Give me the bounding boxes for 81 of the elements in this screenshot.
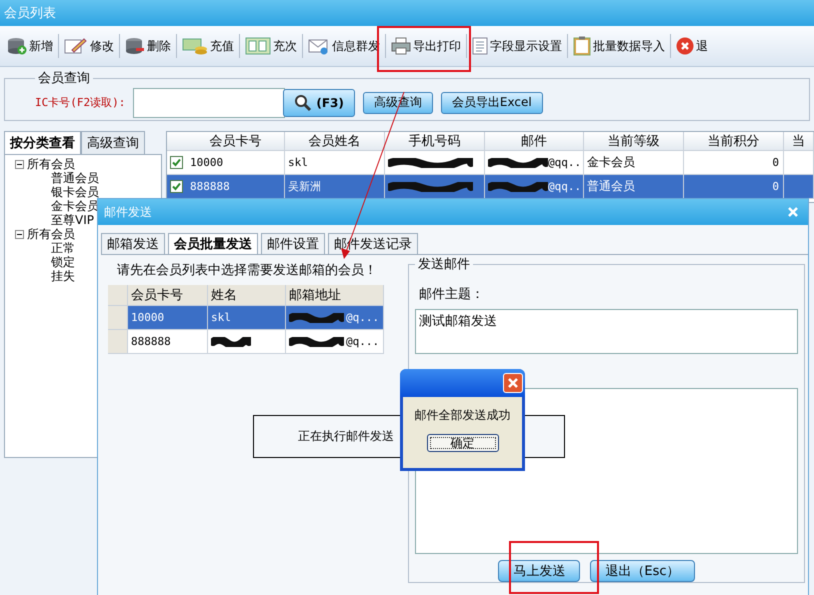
table-cell: skl [211, 311, 231, 324]
column-header[interactable]: 会员卡号 [187, 132, 285, 150]
toolbar-button[interactable]: 新增 [4, 35, 56, 57]
instruction-text: 请先在会员列表中选择需要发送邮箱的会员！ [117, 262, 378, 279]
dialog-tab[interactable]: 邮件设置 [261, 233, 325, 254]
column-header[interactable]: 姓名 [208, 285, 286, 305]
subject-label: 邮件主题： [419, 286, 485, 303]
toolbar-button[interactable]: 删除 [122, 35, 174, 57]
message-text: 邮件全部发送成功 [414, 407, 512, 424]
table-cell: @qq... [548, 180, 583, 193]
view-tab[interactable]: 高级查询 [81, 131, 145, 154]
checkbox[interactable] [170, 180, 183, 193]
close-icon [507, 377, 519, 389]
toolbar-button[interactable]: 修改 [61, 35, 117, 57]
close-button[interactable] [503, 373, 523, 393]
ic-card-label: IC卡号(F2读取): [35, 95, 126, 110]
toolbar-button[interactable]: 退 [673, 35, 711, 57]
column-header[interactable]: 当前等级 [584, 132, 684, 150]
table-cell: 888888 [128, 330, 208, 353]
toolbar-button[interactable]: 字段显示设置 [469, 35, 565, 57]
dialog-button[interactable]: 退出（Esc） [590, 560, 695, 582]
dialog-title: 邮件发送 [104, 204, 152, 220]
table-cell: @qq... [548, 156, 583, 169]
envelope-icon [308, 37, 330, 55]
search-button[interactable]: (F3) [283, 88, 355, 116]
toolbar-button[interactable]: 充次 [242, 35, 300, 57]
table-row[interactable]: 888888 吴新洲 @qq...普通会员 0 [167, 175, 814, 199]
printer-icon [391, 37, 411, 55]
group-title: 会员查询 [37, 70, 91, 87]
table-row[interactable]: 888888 @q... [108, 330, 384, 354]
money-icon [182, 37, 208, 55]
toolbar-button[interactable]: 批量数据导入 [570, 34, 668, 58]
database-plus-icon [7, 37, 27, 55]
progress-text: 正在执行邮件发送 [298, 428, 394, 445]
table-cell: @q... [346, 311, 380, 324]
close-icon [676, 37, 694, 55]
dialog-tab[interactable]: 邮箱发送 [101, 233, 165, 254]
toolbar-button[interactable]: 充值 [179, 35, 237, 57]
checkbox[interactable] [170, 156, 183, 169]
column-header[interactable]: 邮箱地址 [286, 285, 384, 305]
table-cell: 10000 [187, 151, 285, 174]
redaction-scribble [211, 336, 251, 346]
column-header[interactable]: 手机号码 [385, 132, 485, 150]
tree-item[interactable]: 普通会员 [15, 171, 161, 185]
toolbar-button[interactable]: 导出打印 [388, 35, 464, 57]
tree-item[interactable]: 所有会员 [27, 157, 75, 171]
database-icon [125, 37, 145, 55]
table-cell: skl [285, 151, 385, 174]
dialog-button[interactable]: 马上发送 [498, 560, 580, 582]
table-cell: 0 [684, 151, 784, 174]
view-tab[interactable]: 按分类查看 [4, 131, 81, 154]
ic-card-field[interactable] [133, 88, 286, 118]
close-icon [787, 206, 799, 218]
redaction-scribble [289, 336, 344, 346]
document-icon [472, 37, 488, 55]
tree-item[interactable]: 银卡会员 [15, 185, 161, 199]
column-header[interactable]: 会员卡号 [128, 285, 208, 305]
group-title: 发送邮件 [417, 256, 471, 273]
table-cell: @q... [346, 335, 380, 348]
ok-button[interactable]: 确定 [426, 434, 498, 452]
subject-field[interactable]: 测试邮箱发送 [415, 309, 798, 354]
table-cell: 金卡会员 [584, 151, 684, 174]
column-header[interactable]: 当前积分 [684, 132, 784, 150]
dialog-tab[interactable]: 会员批量发送 [168, 233, 258, 254]
table-row[interactable]: 10000 skl @q... [108, 306, 384, 330]
window-title: 会员列表 [0, 0, 814, 26]
redaction-scribble [289, 312, 344, 322]
collapse-icon[interactable] [15, 230, 24, 238]
search-icon [294, 94, 312, 112]
redaction-scribble [488, 182, 548, 192]
column-header[interactable]: 会员姓名 [285, 132, 385, 150]
column-header[interactable]: 当 [784, 132, 814, 150]
query-button[interactable]: 会员导出Excel [440, 92, 543, 114]
pencil-icon [64, 37, 88, 55]
clipboard-icon [573, 36, 591, 56]
redaction-scribble [488, 158, 548, 168]
table-cell: 10000 [128, 306, 208, 329]
cards-icon [245, 37, 271, 55]
collapse-icon[interactable] [15, 160, 24, 168]
column-header[interactable]: 邮件 [485, 132, 584, 150]
tree-item[interactable]: 所有会员 [27, 227, 75, 241]
